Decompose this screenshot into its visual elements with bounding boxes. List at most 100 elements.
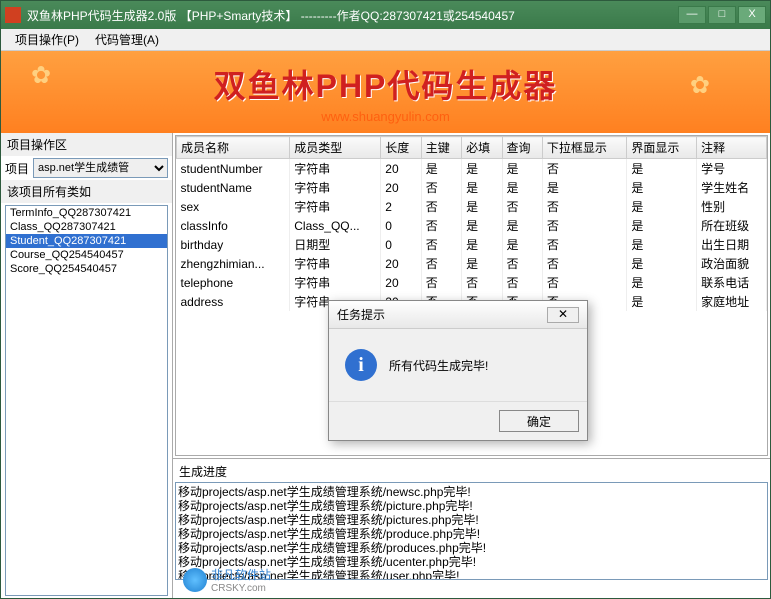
table-cell: 0 — [381, 216, 421, 235]
class-list-item[interactable]: Course_QQ254540457 — [6, 248, 167, 262]
banner-title: 双鱼林PHP代码生成器 — [214, 61, 558, 107]
table-cell: 字符串 — [290, 197, 381, 216]
table-cell: 否 — [502, 273, 542, 292]
left-panel: 项目操作区 项目 asp.net学生成绩管 该项目所有类如 TermInfo_Q… — [1, 133, 173, 598]
watermark-domain: CRSKY.com — [211, 583, 271, 594]
column-header[interactable]: 必填 — [462, 137, 502, 159]
table-row[interactable]: sex字符串2否是否否是性别 — [177, 197, 767, 216]
progress-section: 生成进度 移动projects/asp.net学生成绩管理系统/newsc.ph… — [173, 458, 770, 598]
table-cell: 是 — [542, 178, 626, 197]
table-cell: 是 — [421, 159, 461, 179]
table-cell: 是 — [627, 254, 697, 273]
column-header[interactable]: 主键 — [421, 137, 461, 159]
table-cell: 是 — [462, 159, 502, 179]
table-cell: birthday — [177, 235, 290, 254]
window-title: 双鱼林PHP代码生成器2.0版 【PHP+Smarty技术】 ---------… — [27, 7, 678, 24]
table-cell: telephone — [177, 273, 290, 292]
table-cell: 否 — [542, 254, 626, 273]
table-row[interactable]: birthday日期型0否是是否是出生日期 — [177, 235, 767, 254]
table-cell: 否 — [542, 197, 626, 216]
table-row[interactable]: zhengzhimian...字符串20否是否否是政治面貌 — [177, 254, 767, 273]
project-section-label: 项目操作区 — [1, 133, 172, 156]
table-row[interactable]: studentName字符串20否是是是是学生姓名 — [177, 178, 767, 197]
progress-label: 生成进度 — [175, 461, 768, 482]
table-cell: 否 — [421, 178, 461, 197]
table-cell: 否 — [542, 235, 626, 254]
close-button[interactable]: X — [738, 6, 766, 24]
table-cell: zhengzhimian... — [177, 254, 290, 273]
table-cell: classInfo — [177, 216, 290, 235]
table-cell: 是 — [627, 159, 697, 179]
table-cell: 否 — [502, 254, 542, 273]
table-cell: 20 — [381, 254, 421, 273]
table-cell: 出生日期 — [697, 235, 767, 254]
column-header[interactable]: 查询 — [502, 137, 542, 159]
column-header[interactable]: 成员类型 — [290, 137, 381, 159]
table-row[interactable]: studentNumber字符串20是是是否是学号 — [177, 159, 767, 179]
column-header[interactable]: 成员名称 — [177, 137, 290, 159]
class-list-item[interactable]: Score_QQ254540457 — [6, 262, 167, 276]
column-header[interactable]: 长度 — [381, 137, 421, 159]
members-table: 成员名称成员类型长度主键必填查询下拉框显示界面显示注释 studentNumbe… — [176, 136, 767, 311]
table-cell: 字符串 — [290, 159, 381, 179]
project-label: 项目 — [5, 160, 29, 177]
table-cell: 是 — [627, 273, 697, 292]
table-cell: 字符串 — [290, 273, 381, 292]
table-cell: sex — [177, 197, 290, 216]
table-cell: Class_QQ... — [290, 216, 381, 235]
dialog-footer: 确定 — [329, 401, 587, 440]
table-row[interactable]: classInfoClass_QQ...0否是是否是所在班级 — [177, 216, 767, 235]
table-cell: 是 — [627, 216, 697, 235]
table-cell: 是 — [502, 159, 542, 179]
table-cell: 日期型 — [290, 235, 381, 254]
menu-project[interactable]: 项目操作(P) — [7, 29, 87, 50]
table-cell: 学生姓名 — [697, 178, 767, 197]
column-header[interactable]: 界面显示 — [627, 137, 697, 159]
watermark: 非凡软件站 CRSKY.com — [183, 566, 271, 594]
banner: 双鱼林PHP代码生成器 www.shuangyulin.com — [1, 51, 770, 133]
table-cell: 是 — [627, 292, 697, 311]
table-cell: 是 — [462, 216, 502, 235]
class-list-item[interactable]: TermInfo_QQ287307421 — [6, 206, 167, 220]
table-cell: 否 — [502, 197, 542, 216]
class-list-item[interactable]: Class_QQ287307421 — [6, 220, 167, 234]
menu-code[interactable]: 代码管理(A) — [87, 29, 167, 50]
task-dialog: 任务提示 ✕ i 所有代码生成完毕! 确定 — [328, 300, 588, 441]
project-select[interactable]: asp.net学生成绩管 — [33, 158, 168, 178]
column-header[interactable]: 下拉框显示 — [542, 137, 626, 159]
class-list-item[interactable]: Student_QQ287307421 — [6, 234, 167, 248]
table-cell: studentNumber — [177, 159, 290, 179]
table-cell: 是 — [627, 197, 697, 216]
table-cell: 否 — [542, 159, 626, 179]
minimize-button[interactable]: — — [678, 6, 706, 24]
dialog-close-button[interactable]: ✕ — [547, 307, 579, 323]
column-header[interactable]: 注释 — [697, 137, 767, 159]
table-cell: 政治面貌 — [697, 254, 767, 273]
table-cell: 否 — [421, 216, 461, 235]
dialog-titlebar[interactable]: 任务提示 ✕ — [329, 301, 587, 329]
log-line: 移动projects/asp.net学生成绩管理系统/picture.php完毕… — [178, 499, 765, 513]
table-cell: 所在班级 — [697, 216, 767, 235]
table-body: studentNumber字符串20是是是否是学号studentName字符串2… — [177, 159, 767, 312]
watermark-logo-icon — [183, 568, 207, 592]
table-cell: 否 — [462, 273, 502, 292]
ok-button[interactable]: 确定 — [499, 410, 579, 432]
classlist-section-label: 该项目所有类如 — [1, 180, 172, 203]
table-cell: 是 — [627, 235, 697, 254]
table-cell: 字符串 — [290, 178, 381, 197]
app-icon — [5, 7, 21, 23]
maximize-button[interactable]: □ — [708, 6, 736, 24]
table-cell: 是 — [627, 178, 697, 197]
table-cell: 是 — [462, 235, 502, 254]
window-controls: — □ X — [678, 6, 766, 24]
class-list[interactable]: TermInfo_QQ287307421Class_QQ287307421Stu… — [5, 205, 168, 596]
dialog-title-text: 任务提示 — [337, 306, 385, 323]
titlebar[interactable]: 双鱼林PHP代码生成器2.0版 【PHP+Smarty技术】 ---------… — [1, 1, 770, 29]
table-row[interactable]: telephone字符串20否否否否是联系电话 — [177, 273, 767, 292]
table-cell: studentName — [177, 178, 290, 197]
table-cell: 是 — [502, 178, 542, 197]
table-cell: 否 — [542, 273, 626, 292]
watermark-name: 非凡软件站 — [211, 566, 271, 583]
table-cell: 性别 — [697, 197, 767, 216]
table-cell: address — [177, 292, 290, 311]
